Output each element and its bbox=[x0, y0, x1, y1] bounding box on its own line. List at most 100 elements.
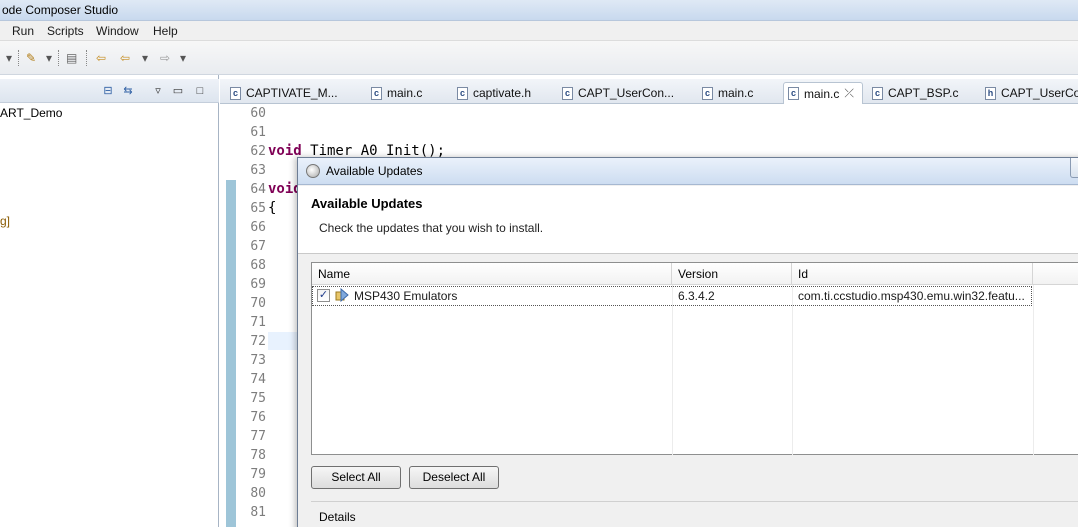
column-header-id[interactable]: Id bbox=[792, 263, 1033, 285]
explorer-header: ⊟ ⇆ ▿ ▭ □ bbox=[0, 79, 219, 103]
toolbar-separator bbox=[18, 50, 19, 66]
tab-captivate-h[interactable]: c captivate.h bbox=[457, 82, 551, 104]
dialog-description: Check the updates that you wish to insta… bbox=[319, 221, 544, 235]
line-number: 68 bbox=[250, 258, 266, 273]
line-number: 67 bbox=[250, 239, 266, 254]
dialog-header: Available Updates bbox=[311, 196, 423, 211]
tab-label: captivate.h bbox=[473, 86, 532, 100]
menu-run[interactable]: Run bbox=[12, 24, 34, 38]
wand-icon[interactable]: ✎ bbox=[26, 50, 36, 66]
c-file-icon: c bbox=[872, 86, 883, 100]
details-divider bbox=[311, 501, 1078, 502]
menu-scripts[interactable]: Scripts bbox=[47, 24, 84, 38]
c-file-icon: c bbox=[230, 86, 241, 100]
available-updates-dialog: Available Updates Available Updates Chec… bbox=[297, 157, 1078, 527]
row-name: MSP430 Emulators bbox=[354, 289, 458, 303]
line-number: 78 bbox=[250, 448, 266, 463]
tab-capt-bsp-c[interactable]: c CAPT_BSP.c bbox=[872, 82, 968, 104]
code-line-65[interactable]: { bbox=[268, 200, 276, 216]
column-header-version[interactable]: Version bbox=[672, 263, 792, 285]
maximize-icon[interactable]: □ bbox=[193, 84, 207, 98]
current-line-highlight bbox=[268, 332, 300, 350]
column-header-name[interactable]: Name bbox=[312, 263, 672, 285]
deselect-all-button[interactable]: Deselect All bbox=[409, 466, 499, 489]
c-file-icon: c bbox=[457, 86, 468, 100]
tab-captivate-m[interactable]: c CAPTIVATE_M... bbox=[230, 82, 358, 104]
toolbar: ▾ ✎ ▾ ▤ ⇦ ⇦ ▾ ⇨ ▾ bbox=[0, 41, 1078, 75]
minimize-icon[interactable]: ▭ bbox=[171, 84, 185, 98]
column-divider bbox=[1033, 285, 1034, 455]
dropdown-arrow-icon[interactable]: ▾ bbox=[6, 50, 12, 66]
tab-main-c-1[interactable]: c main.c bbox=[371, 82, 441, 104]
column-header-filler bbox=[1033, 263, 1078, 285]
row-version: 6.3.4.2 bbox=[678, 289, 715, 303]
memory-icon[interactable]: ▤ bbox=[66, 50, 77, 66]
line-number: 60 bbox=[250, 106, 266, 121]
line-number: 64 bbox=[250, 182, 266, 197]
row-id: com.ti.ccstudio.msp430.emu.win32.featu..… bbox=[798, 289, 1025, 303]
line-number: 72 bbox=[250, 334, 266, 349]
line-number: 62 bbox=[250, 144, 266, 159]
tree-item-config[interactable]: g] bbox=[0, 214, 10, 228]
h-file-icon: h bbox=[985, 86, 996, 100]
line-number: 69 bbox=[250, 277, 266, 292]
c-file-icon: c bbox=[562, 86, 573, 100]
details-label: Details bbox=[319, 510, 356, 524]
project-explorer: ⊟ ⇆ ▿ ▭ □ ART_Demo g] bbox=[0, 75, 219, 527]
line-number: 76 bbox=[250, 410, 266, 425]
line-number: 70 bbox=[250, 296, 266, 311]
tab-capt-usercon-1[interactable]: c CAPT_UserCon... bbox=[562, 82, 680, 104]
dropdown-arrow-icon[interactable]: ▾ bbox=[180, 50, 186, 66]
tab-label: CAPT_UserCon... bbox=[578, 86, 675, 100]
c-file-icon: c bbox=[371, 86, 382, 100]
table-row[interactable]: ✓ MSP430 Emulators 6.3.4.2 com.ti.ccstud… bbox=[312, 286, 1032, 306]
last-edit-icon[interactable]: ⇦ bbox=[96, 50, 106, 66]
collapse-all-icon[interactable]: ⊟ bbox=[101, 84, 115, 98]
line-number: 65 bbox=[250, 201, 266, 216]
forward-arrow-icon[interactable]: ⇨ bbox=[160, 50, 170, 66]
close-tab-icon[interactable]: ⤫ bbox=[844, 86, 854, 101]
link-editor-icon[interactable]: ⇆ bbox=[121, 84, 135, 98]
tab-label: main.c bbox=[804, 86, 840, 101]
line-number: 66 bbox=[250, 220, 266, 235]
dialog-title-bar: Available Updates bbox=[298, 158, 1078, 185]
toolbar-separator bbox=[58, 50, 59, 66]
line-number: 79 bbox=[250, 467, 266, 482]
line-number: 75 bbox=[250, 391, 266, 406]
menu-help[interactable]: Help bbox=[153, 24, 178, 38]
line-number: 77 bbox=[250, 429, 266, 444]
toolbar-separator bbox=[86, 50, 87, 66]
tab-main-c-2[interactable]: c main.c bbox=[702, 82, 772, 104]
title-bar: ode Composer Studio bbox=[0, 0, 1078, 21]
window-title: ode Composer Studio bbox=[2, 3, 119, 17]
dialog-title: Available Updates bbox=[326, 164, 423, 178]
tab-capt-usercon-h[interactable]: h CAPT_UserCon bbox=[985, 82, 1078, 104]
feature-icon bbox=[335, 288, 349, 302]
column-divider bbox=[672, 285, 673, 455]
c-file-icon: c bbox=[702, 86, 713, 100]
tab-label: CAPT_UserCon bbox=[1001, 86, 1078, 100]
menu-window[interactable]: Window bbox=[96, 24, 139, 38]
tab-label: main.c bbox=[718, 86, 754, 100]
back-arrow-icon[interactable]: ⇦ bbox=[120, 50, 130, 66]
line-number: 73 bbox=[250, 353, 266, 368]
dropdown-arrow-icon[interactable]: ▾ bbox=[46, 50, 52, 66]
tree-item-project[interactable]: ART_Demo bbox=[0, 106, 62, 120]
tab-main-c-active[interactable]: c main.c ⤫ bbox=[783, 82, 863, 104]
overview-ruler bbox=[226, 180, 236, 527]
install-icon bbox=[306, 164, 320, 178]
line-number: 63 bbox=[250, 163, 266, 178]
line-number: 74 bbox=[250, 372, 266, 387]
dropdown-arrow-icon[interactable]: ▾ bbox=[142, 50, 148, 66]
column-divider bbox=[792, 285, 793, 455]
updates-table: Name Version Id ✓ MSP430 Emulators 6.3.4… bbox=[311, 262, 1078, 455]
close-button[interactable] bbox=[1070, 158, 1078, 178]
row-checkbox[interactable]: ✓ bbox=[317, 289, 330, 302]
line-number: 71 bbox=[250, 315, 266, 330]
dialog-banner: Available Updates Check the updates that… bbox=[298, 186, 1078, 254]
select-all-button[interactable]: Select All bbox=[311, 466, 401, 489]
tab-label: CAPTIVATE_M... bbox=[246, 86, 338, 100]
c-file-icon: c bbox=[788, 87, 799, 100]
tab-label: main.c bbox=[387, 86, 423, 100]
view-menu-icon[interactable]: ▿ bbox=[151, 84, 165, 98]
